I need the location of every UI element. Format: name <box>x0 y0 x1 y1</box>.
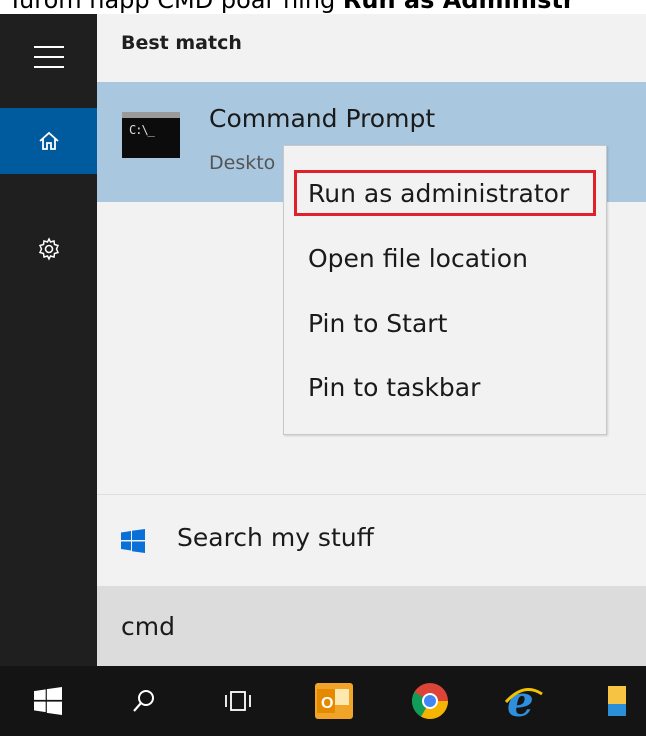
home-button[interactable] <box>0 108 97 174</box>
chrome-taskbar-button[interactable] <box>390 666 470 736</box>
start-button[interactable] <box>8 666 88 736</box>
internet-explorer-icon: e <box>504 680 543 722</box>
start-left-rail <box>0 14 97 666</box>
top-caption: Turom nápp CMD poar ning Run as Administ… <box>0 0 646 14</box>
result-subtitle: Deskto <box>209 152 276 174</box>
home-icon <box>38 131 59 150</box>
outlook-taskbar-button[interactable]: O <box>294 666 374 736</box>
pin-to-taskbar-item[interactable]: Pin to taskbar <box>294 364 596 410</box>
caption-bold-text: Run as Administr <box>342 0 575 14</box>
command-prompt-icon-text: C:\_ <box>129 123 155 137</box>
result-title: Command Prompt <box>209 104 436 133</box>
windows-logo-icon <box>121 529 145 553</box>
taskbar-search-button[interactable] <box>104 666 184 736</box>
command-prompt-icon: C:\_ <box>122 112 180 158</box>
search-query-text: cmd <box>121 612 175 641</box>
search-my-stuff-label: Search my stuff <box>177 523 374 552</box>
gear-icon <box>38 237 59 261</box>
taskbar: O e <box>0 666 646 736</box>
run-as-administrator-item[interactable]: Run as administrator <box>294 170 596 216</box>
file-explorer-taskbar-button[interactable] <box>600 666 646 736</box>
task-view-button[interactable] <box>198 666 278 736</box>
open-file-location-item[interactable]: Open file location <box>294 235 596 281</box>
context-menu: Run as administrator Open file location … <box>283 145 607 435</box>
best-match-heading: Best match <box>121 32 242 54</box>
outlook-icon: O <box>315 683 353 719</box>
search-my-stuff-button[interactable]: Search my stuff <box>97 494 646 587</box>
svg-text:O: O <box>321 695 333 712</box>
svg-text:e: e <box>507 680 534 722</box>
task-view-icon <box>225 691 251 711</box>
search-icon <box>133 690 154 712</box>
chrome-icon <box>411 683 448 720</box>
pin-to-start-item[interactable]: Pin to Start <box>294 300 596 346</box>
hamburger-menu-button[interactable] <box>0 24 97 90</box>
caption-text: Turom nápp CMD poar ning <box>8 0 343 14</box>
settings-button[interactable] <box>0 216 97 282</box>
windows-logo-icon <box>34 687 62 715</box>
file-explorer-icon <box>608 686 626 716</box>
hamburger-icon <box>33 46 64 68</box>
internet-explorer-taskbar-button[interactable]: e <box>484 666 564 736</box>
search-box[interactable]: cmd <box>97 586 646 666</box>
